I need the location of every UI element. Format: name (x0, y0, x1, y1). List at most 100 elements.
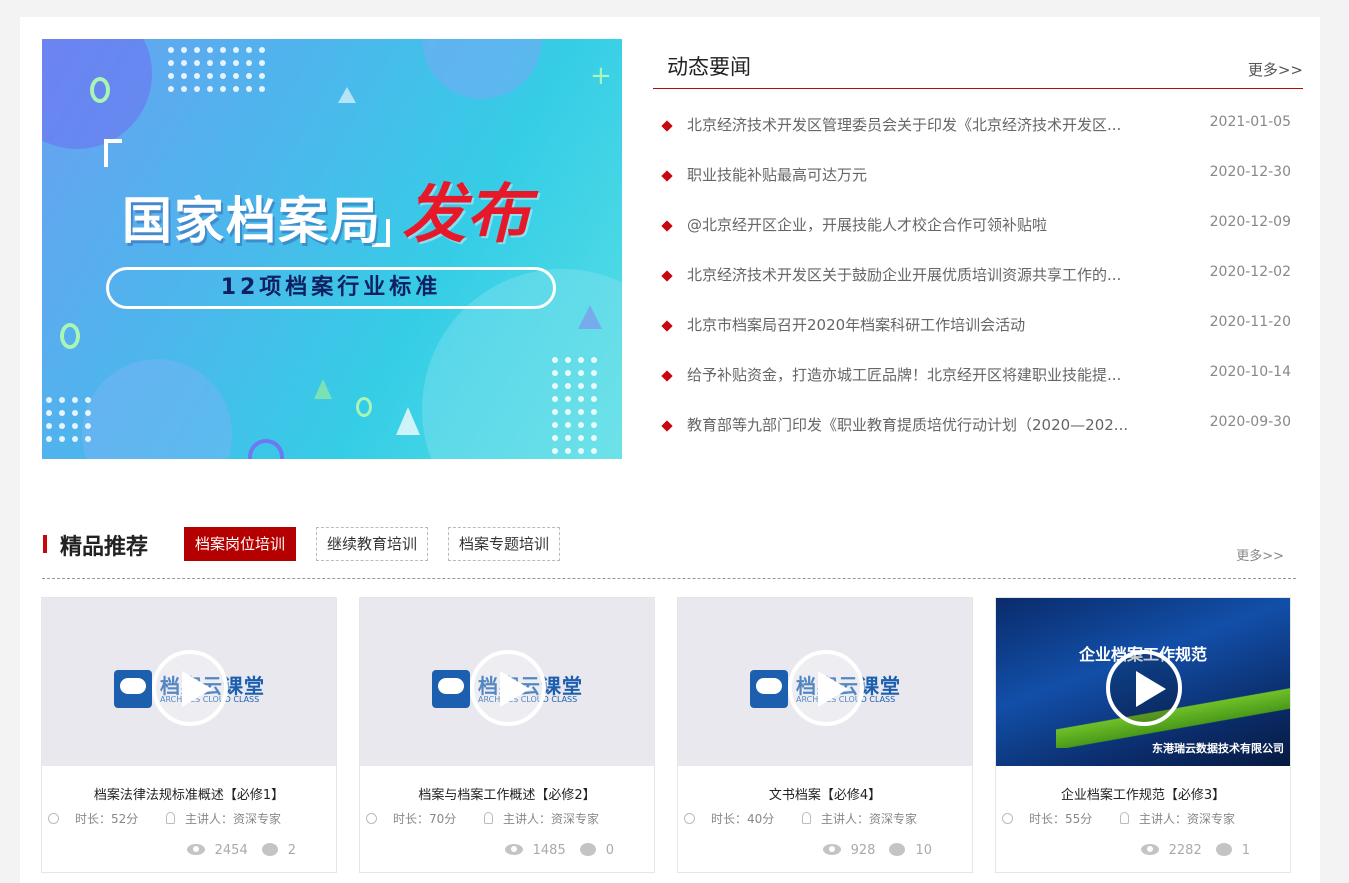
banner-title: 国家档案局 (122, 192, 382, 250)
diamond-bullet-icon (661, 120, 673, 132)
comment-icon (579, 843, 596, 856)
comment-count: 1 (1241, 843, 1250, 858)
news-item[interactable]: 职业技能补贴最高可达万元 2020-12-30 (653, 139, 1303, 189)
diamond-bullet-icon (661, 420, 673, 432)
comment-count: 2 (287, 843, 296, 858)
play-icon[interactable] (152, 650, 228, 726)
course-title[interactable]: 档案与档案工作概述【必修2】 (360, 784, 654, 803)
banner-dots (168, 47, 265, 92)
course-title[interactable]: 文书档案【必修4】 (678, 784, 972, 803)
course-speaker: 主讲人：资深专家 (802, 810, 917, 827)
news-item-date: 2020-12-09 (1209, 214, 1291, 230)
news-item-title[interactable]: 教育部等九部门印发《职业教育提质培优行动计划（2020—202... (687, 414, 1157, 435)
play-icon[interactable] (470, 650, 546, 726)
play-icon[interactable] (788, 650, 864, 726)
news-item[interactable]: 给予补贴资金，打造亦城工匠品牌！北京经开区将建职业技能提... 2020-10-1… (653, 339, 1303, 389)
news-item[interactable]: 北京经济技术开发区关于鼓励企业开展优质培训资源共享工作的... 2020-12-0… (653, 239, 1303, 289)
news-item-date: 2020-10-14 (1209, 364, 1291, 380)
course-stats: 1485 0 (504, 843, 614, 858)
banner-dots (46, 397, 91, 442)
recommend-header: 精品推荐 档案岗位培训 继续教育培训 档案专题培训 更多>> (42, 525, 1296, 579)
news-item-title[interactable]: 北京经济技术开发区管理委员会关于印发《北京经济技术开发区... (687, 114, 1157, 135)
recommend-more-link[interactable]: 更多>> (1236, 545, 1284, 564)
view-count: 928 (850, 843, 876, 858)
diamond-bullet-icon (661, 270, 673, 282)
tab-archive-position-training[interactable]: 档案岗位培训 (184, 527, 297, 561)
clock-icon (48, 813, 59, 824)
course-title[interactable]: 档案法律法规标准概述【必修1】 (42, 784, 336, 803)
course-duration: 时长：70分 (366, 810, 456, 827)
news-item[interactable]: 教育部等九部门印发《职业教育提质培优行动计划（2020—202... 2020-0… (653, 389, 1303, 439)
course-thumbnail[interactable]: 档案云课堂 ARCHIVES CLOUD CLASS (678, 598, 972, 766)
news-header: 动态要闻 更多>> (653, 39, 1303, 89)
news-item-title[interactable]: 职业技能补贴最高可达万元 (687, 164, 1157, 185)
course-card[interactable]: 档案云课堂 ARCHIVES CLOUD CLASS 档案与档案工作概述【必修2… (359, 597, 655, 873)
course-card[interactable]: 企业档案工作规范 东港瑞云数据技术有限公司 企业档案工作规范【必修3】 时长：5… (995, 597, 1291, 873)
banner-triangle (396, 407, 420, 435)
banner-triangle (578, 305, 602, 329)
banner-ring (356, 397, 372, 417)
diamond-bullet-icon (661, 320, 673, 332)
news-item[interactable]: @北京经开区企业，开展技能人才校企合作可领补贴啦 2020-12-09 (653, 189, 1303, 239)
news-more-link[interactable]: 更多>> (1248, 59, 1303, 80)
banner-dots (552, 357, 597, 454)
news-item[interactable]: 北京经济技术开发区管理委员会关于印发《北京经济技术开发区... 2021-01-0… (653, 89, 1303, 139)
course-stats: 928 10 (822, 843, 932, 858)
course-speaker: 主讲人：资深专家 (166, 810, 281, 827)
course-card[interactable]: 档案云课堂 ARCHIVES CLOUD CLASS 文书档案【必修4】 时长：… (677, 597, 973, 873)
view-count: 2454 (214, 843, 248, 858)
course-thumbnail[interactable]: 档案云课堂 ARCHIVES CLOUD CLASS (360, 598, 654, 766)
news-item-title[interactable]: @北京经开区企业，开展技能人才校企合作可领补贴啦 (687, 214, 1157, 235)
eye-icon (822, 844, 841, 855)
logo-icon (432, 670, 470, 708)
news-item-title[interactable]: 给予补贴资金，打造亦城工匠品牌！北京经开区将建职业技能提... (687, 364, 1157, 385)
banner-ring (90, 77, 110, 103)
logo-icon (114, 670, 152, 708)
person-icon (484, 812, 493, 824)
clock-icon (684, 813, 695, 824)
comment-icon (261, 843, 278, 856)
section-marker (43, 535, 47, 553)
tab-continuing-education[interactable]: 继续教育培训 (316, 527, 429, 561)
course-speaker: 主讲人：资深专家 (1120, 810, 1235, 827)
banner-subtitle: 12项档案行业标准 (106, 267, 556, 309)
course-thumbnail[interactable]: 档案云课堂 ARCHIVES CLOUD CLASS (42, 598, 336, 766)
logo-icon (750, 670, 788, 708)
clock-icon (1002, 813, 1013, 824)
course-card[interactable]: 档案云课堂 ARCHIVES CLOUD CLASS 档案法律法规标准概述【必修… (41, 597, 337, 873)
plus-icon: + (590, 61, 612, 91)
person-icon (802, 812, 811, 824)
tab-archive-topic-training[interactable]: 档案专题培训 (448, 527, 561, 561)
play-icon[interactable] (1106, 650, 1182, 726)
banner-image[interactable]: + 国家档案局 发布 12项档案行业标准 (42, 39, 622, 459)
eye-icon (1140, 844, 1159, 855)
news-item-title[interactable]: 北京经济技术开发区关于鼓励企业开展优质培训资源共享工作的... (687, 264, 1157, 285)
banner-ring (248, 439, 284, 459)
clock-icon (366, 813, 377, 824)
banner-ring (60, 323, 80, 349)
banner-highlight: 发布 (402, 178, 530, 252)
news-list: 北京经济技术开发区管理委员会关于印发《北京经济技术开发区... 2021-01-0… (653, 89, 1303, 439)
page-container: + 国家档案局 发布 12项档案行业标准 动态要闻 更多>> 北京经济技术开发区… (20, 17, 1320, 883)
comment-icon (889, 843, 906, 856)
course-stats: 2282 1 (1140, 843, 1250, 858)
eye-icon (504, 844, 523, 855)
comment-icon (1215, 843, 1232, 856)
banner-decoration (82, 359, 232, 459)
news-item-title[interactable]: 北京市档案局召开2020年档案科研工作培训会活动 (687, 314, 1157, 335)
banner-decoration (422, 39, 542, 99)
news-item[interactable]: 北京市档案局召开2020年档案科研工作培训会活动 2020-11-20 (653, 289, 1303, 339)
news-item-date: 2020-12-02 (1209, 264, 1291, 280)
course-duration: 时长：40分 (684, 810, 774, 827)
comment-count: 10 (915, 843, 932, 858)
recommend-title: 精品推荐 (60, 535, 149, 560)
course-thumbnail[interactable]: 企业档案工作规范 东港瑞云数据技术有限公司 (996, 598, 1290, 766)
banner-triangle (338, 87, 356, 103)
news-item-date: 2021-01-05 (1209, 114, 1291, 130)
course-duration: 时长：55分 (1002, 810, 1092, 827)
course-title[interactable]: 企业档案工作规范【必修3】 (996, 784, 1290, 803)
course-duration: 时长：52分 (48, 810, 138, 827)
diamond-bullet-icon (661, 170, 673, 182)
news-title: 动态要闻 (667, 55, 751, 79)
diamond-bullet-icon (661, 370, 673, 382)
